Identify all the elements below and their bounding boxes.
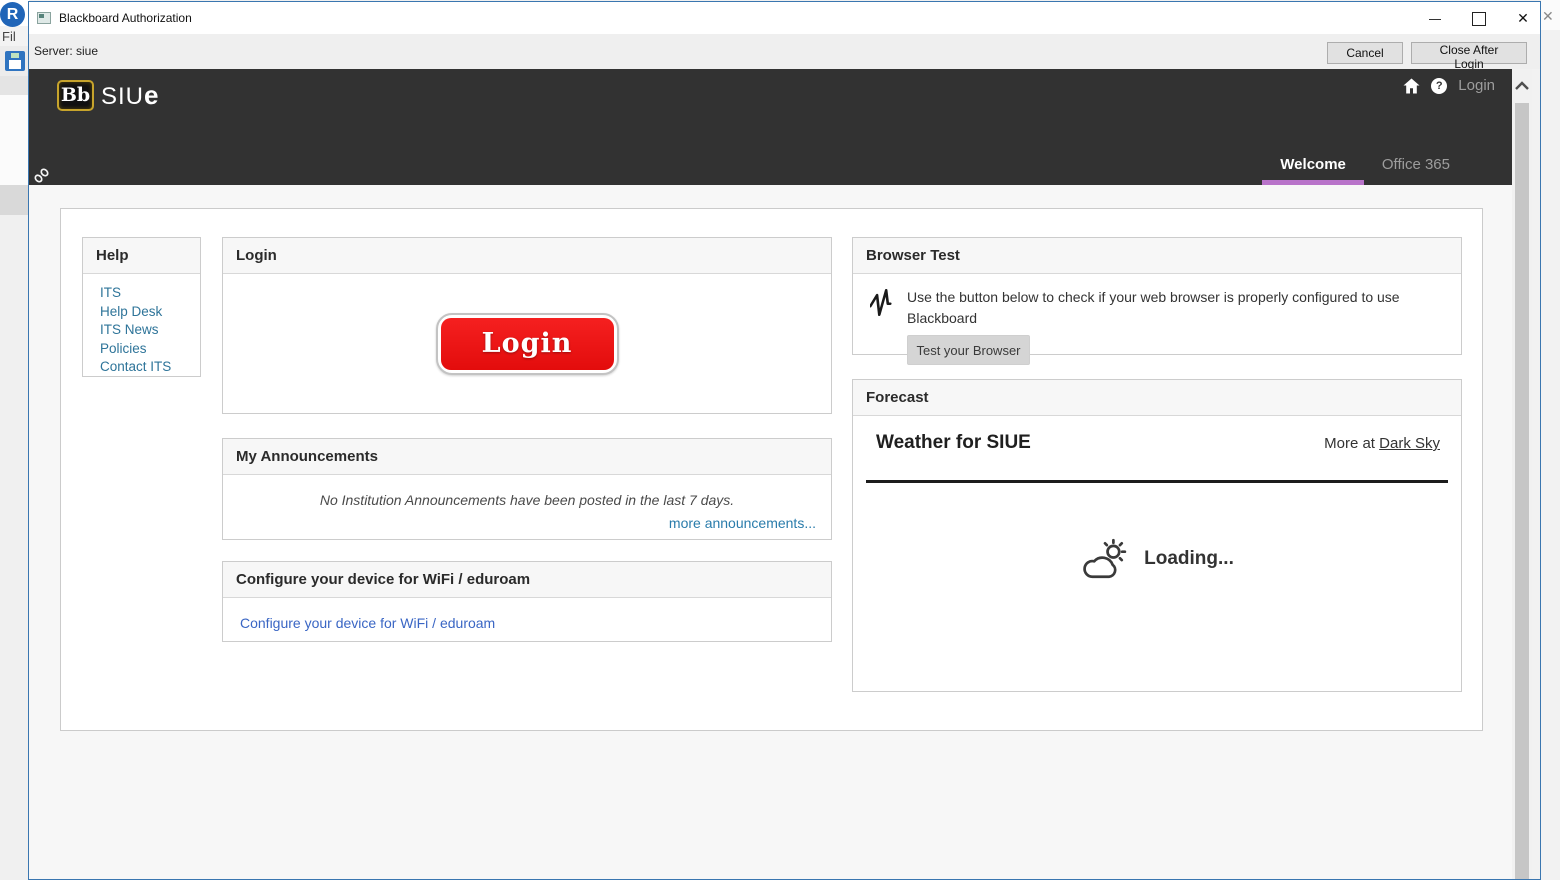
announcements-module-title: My Announcements — [223, 439, 831, 475]
help-icon[interactable]: ? — [1431, 78, 1447, 94]
blackboard-authorization-window: Blackboard Authorization ✕ Server: siue … — [28, 1, 1541, 880]
scroll-up-icon[interactable] — [1514, 79, 1530, 93]
blackboard-logo-icon: Bb — [57, 80, 94, 111]
title-bar[interactable]: Blackboard Authorization ✕ — [29, 2, 1540, 34]
background-file-menu[interactable]: Fil — [2, 29, 16, 44]
help-module-title: Help — [83, 238, 200, 274]
wifi-module: Configure your device for WiFi / eduroam… — [222, 561, 832, 642]
tab-office-365[interactable]: Office 365 — [1364, 156, 1468, 185]
more-at-text: More at — [1324, 435, 1379, 452]
weather-more: More at Dark Sky — [1324, 435, 1440, 452]
link-its-news[interactable]: ITS News — [100, 321, 200, 339]
site-header: Bb SIUe ? Login Welcome Office 365 — [29, 69, 1512, 185]
header-login-link[interactable]: Login — [1458, 77, 1495, 94]
minimize-button[interactable] — [1428, 11, 1442, 25]
home-icon[interactable] — [1403, 78, 1420, 94]
scrollbar-thumb[interactable] — [1515, 103, 1529, 879]
embedded-browser: Bb SIUe ? Login Welcome Office 365 — [29, 69, 1540, 879]
browser-test-module: Browser Test Use the button below to che… — [852, 237, 1462, 355]
dark-sky-link[interactable]: Dark Sky — [1379, 435, 1440, 452]
browser-test-module-title: Browser Test — [853, 238, 1461, 274]
forecast-divider — [866, 480, 1448, 483]
rstudio-logo-icon: R — [0, 2, 25, 27]
cancel-button[interactable]: Cancel — [1327, 42, 1403, 64]
siue-logo-text: SIUe — [101, 80, 158, 111]
login-module-title: Login — [223, 238, 831, 274]
background-app-strip — [1541, 0, 1560, 880]
pulse-icon — [870, 289, 894, 316]
forecast-module-title: Forecast — [853, 380, 1461, 416]
link-policies[interactable]: Policies — [100, 340, 200, 358]
tab-welcome[interactable]: Welcome — [1262, 156, 1364, 185]
wifi-configure-link[interactable]: Configure your device for WiFi / eduroam — [240, 615, 495, 631]
link-help-desk[interactable]: Help Desk — [100, 303, 200, 321]
window-icon — [37, 12, 51, 24]
background-close-icon[interactable]: ✕ — [1542, 8, 1554, 25]
browser-test-description: Use the button below to check if your we… — [907, 287, 1412, 329]
help-module: Help ITS Help Desk ITS News Policies Con… — [82, 237, 201, 377]
weather-heading: Weather for SIUE — [876, 432, 1031, 454]
loading-text: Loading... — [1144, 548, 1234, 570]
background-band — [0, 185, 29, 215]
tab-bar: Welcome Office 365 — [1262, 156, 1468, 185]
forecast-module: Forecast Weather for SIUE More at Dark S… — [852, 379, 1462, 692]
test-your-browser-button[interactable]: Test your Browser — [907, 335, 1030, 365]
site-logo[interactable]: Bb SIUe — [57, 80, 158, 111]
login-button[interactable]: Login — [436, 313, 619, 375]
background-band — [0, 95, 29, 185]
server-bar: Server: siue Cancel Close After Login — [29, 34, 1540, 69]
background-band — [0, 215, 29, 880]
link-its[interactable]: ITS — [100, 284, 200, 302]
link-contact-its[interactable]: Contact ITS — [100, 358, 200, 376]
save-icon[interactable] — [5, 51, 25, 71]
login-module: Login Login — [222, 237, 832, 414]
scrollbar[interactable] — [1512, 69, 1532, 879]
background-band — [0, 76, 29, 95]
close-button[interactable]: ✕ — [1516, 11, 1530, 25]
login-button-label: Login — [441, 318, 614, 370]
scrollbar-gap — [1532, 69, 1540, 879]
announcements-empty-text: No Institution Announcements have been p… — [223, 492, 831, 508]
siue-logo-siu: SIU — [101, 83, 144, 110]
announcements-module: My Announcements No Institution Announce… — [222, 438, 832, 540]
background-app-strip: R Fil — [0, 0, 29, 880]
maximize-button[interactable] — [1472, 11, 1486, 25]
more-announcements-link[interactable]: more announcements... — [669, 515, 816, 531]
quick-links-icon[interactable] — [33, 167, 50, 184]
window-title: Blackboard Authorization — [59, 11, 192, 25]
close-after-login-button[interactable]: Close After Login — [1411, 42, 1527, 64]
content-panel: Help ITS Help Desk ITS News Policies Con… — [60, 208, 1483, 731]
server-label: Server: siue — [34, 44, 98, 58]
siue-logo-e: e — [144, 80, 158, 110]
partly-cloudy-icon — [1080, 538, 1128, 580]
wifi-module-title: Configure your device for WiFi / eduroam — [223, 562, 831, 598]
